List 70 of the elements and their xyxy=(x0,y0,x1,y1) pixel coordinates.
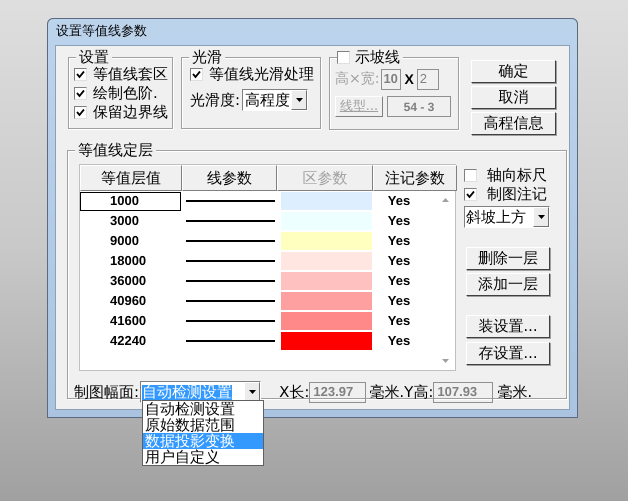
caret-icon xyxy=(296,98,303,102)
dialog-button[interactable]: 添加一层 xyxy=(466,273,550,296)
caret-icon xyxy=(538,215,544,219)
times-sign: X xyxy=(403,70,415,88)
checkbox[interactable] xyxy=(464,169,477,182)
dialog-button[interactable]: 高程信息 xyxy=(471,112,556,135)
level-value-cell[interactable]: 9000 xyxy=(80,232,181,250)
dialog-button[interactable]: 取消 xyxy=(471,86,556,109)
field-label: 高×宽: xyxy=(335,72,380,86)
checkbox-label: 等值线光滑处理 xyxy=(209,67,314,82)
level-value-cell[interactable]: 40960 xyxy=(80,292,181,310)
dropdown-option[interactable]: 原始数据范围 xyxy=(143,417,263,433)
check-icon xyxy=(76,70,85,79)
dialog-button[interactable]: 确定 xyxy=(471,60,556,83)
checkbox-label: 制图注记 xyxy=(487,187,547,202)
dropdown-option[interactable]: 自动检测设置 xyxy=(143,401,263,417)
group-title: 等值线定层 xyxy=(75,141,156,159)
level-value-cell[interactable]: 18000 xyxy=(80,252,181,270)
unit-label: 毫米. xyxy=(497,382,532,403)
column-header[interactable]: 注记参数 xyxy=(373,165,457,191)
note-cell-text: Yes xyxy=(386,232,412,250)
checkbox[interactable] xyxy=(74,68,87,81)
checkbox[interactable] xyxy=(74,87,87,100)
dropdown-button[interactable] xyxy=(244,382,260,402)
level-value-cell[interactable]: 1000 xyxy=(80,192,181,210)
scroll-down-icon[interactable] xyxy=(442,359,449,363)
check-icon xyxy=(76,108,85,117)
check-icon xyxy=(76,89,85,98)
level-value-cell[interactable]: 41600 xyxy=(80,312,181,330)
check-icon xyxy=(466,190,475,199)
level-value-cell[interactable]: 3000 xyxy=(80,212,181,230)
label-position-select[interactable]: 斜坡上方 xyxy=(464,206,550,228)
checkbox-label: 轴向标尺 xyxy=(487,168,547,183)
note-cell-text: Yes xyxy=(386,332,412,350)
field-label: 光滑度: xyxy=(190,92,240,108)
level-value-cell[interactable]: 36000 xyxy=(80,272,181,290)
checkbox[interactable] xyxy=(190,68,203,81)
note-cell-text: Yes xyxy=(386,272,412,290)
dropdown-option[interactable]: 用户自定义 xyxy=(143,449,263,465)
field-label: 制图幅面: xyxy=(74,382,140,403)
dropdown-button[interactable] xyxy=(533,207,549,227)
note-cell-text: Yes xyxy=(386,252,412,270)
note-cell-text: Yes xyxy=(386,292,412,310)
caret-icon xyxy=(248,390,256,394)
dropdown-button[interactable] xyxy=(291,90,308,110)
note-cell-text: Yes xyxy=(386,312,412,330)
checkbox[interactable] xyxy=(464,188,477,201)
column-header[interactable]: 等值层值 xyxy=(80,165,182,191)
dialog-button[interactable]: 存设置... xyxy=(466,342,550,365)
field-label: X长: xyxy=(279,382,310,403)
checkbox-label: 保留边界线 xyxy=(93,105,168,120)
checkbox[interactable] xyxy=(337,50,350,64)
smoothness-select[interactable]: 高程度 xyxy=(242,89,308,111)
field-label: 毫米.Y高: xyxy=(369,382,434,403)
window-title: 设置等值线参数 xyxy=(56,23,147,42)
note-cell-text: Yes xyxy=(386,192,412,210)
checkbox-label: 等值线套区 xyxy=(93,67,168,82)
group-title: 光滑 xyxy=(189,48,225,66)
dialog-button[interactable]: 装设置... xyxy=(466,315,550,338)
group-title: 设置 xyxy=(76,48,112,66)
scroll-up-icon[interactable] xyxy=(442,198,449,202)
dialog-button[interactable]: 删除一层 xyxy=(466,247,550,270)
checkbox-label: 示坡线 xyxy=(350,48,403,66)
level-value-cell[interactable]: 42240 xyxy=(80,332,181,350)
note-cell-text: Yes xyxy=(386,212,412,230)
checkbox-label: 绘制色阶. xyxy=(93,86,158,101)
column-header[interactable]: 线参数 xyxy=(182,165,277,191)
check-icon xyxy=(192,70,201,79)
linetype-field: 54 - 3 xyxy=(387,96,451,117)
checkbox[interactable] xyxy=(74,106,87,119)
